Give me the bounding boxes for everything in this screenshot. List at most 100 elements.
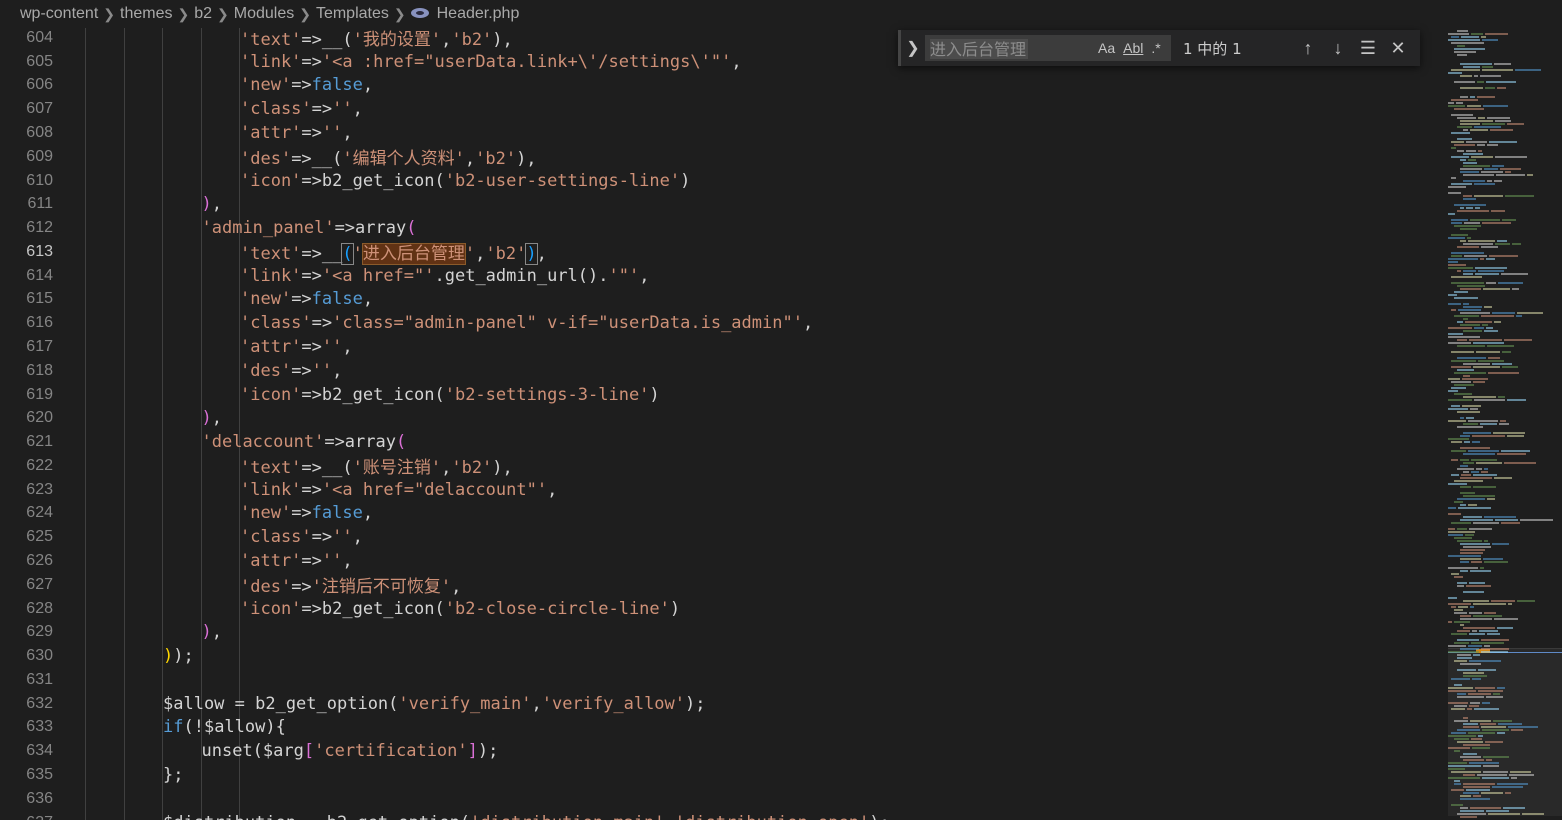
minimap-code-line: [1448, 507, 1456, 509]
code-line[interactable]: 606 'new'=>false,: [0, 74, 1440, 98]
breadcrumb-item-wp-content[interactable]: wp-content: [20, 5, 98, 23]
code-line[interactable]: 633 if(!$allow){: [0, 716, 1440, 740]
code-line[interactable]: 624 'new'=>false,: [0, 502, 1440, 526]
minimap-code-line: [1457, 741, 1483, 743]
code-token: false: [311, 75, 363, 96]
code-line[interactable]: 613'text'=>__('进入后台管理','b2'),: [0, 240, 1440, 266]
find-input-box[interactable]: Aa Abl .*: [925, 35, 1171, 61]
code-line[interactable]: 620),: [0, 406, 1440, 430]
code-token: ,: [731, 51, 742, 72]
code-line[interactable]: 627 'des'=>'注销后不可恢复',: [0, 573, 1440, 598]
minimap-code-line: [1463, 303, 1469, 305]
minimap-code-line: [1463, 546, 1491, 548]
code-token: ,: [211, 408, 222, 429]
match-case-icon[interactable]: Aa: [1098, 40, 1115, 56]
minimap-code-line: [1463, 783, 1495, 785]
minimap-code-line: [1463, 759, 1484, 761]
minimap-code-line: [1484, 330, 1498, 332]
code-line[interactable]: 612 'admin_panel'=>array(: [0, 216, 1440, 240]
code-line[interactable]: 629),: [0, 621, 1440, 645]
breadcrumb-item-templates[interactable]: Templates: [316, 5, 389, 23]
regex-icon[interactable]: .*: [1151, 40, 1160, 56]
code-token: ): [201, 622, 212, 643]
minimap-code-line: [1454, 720, 1468, 722]
find-in-selection-icon[interactable]: ☰: [1353, 33, 1383, 63]
code-line[interactable]: 631: [0, 668, 1440, 692]
minimap-code-line: [1451, 405, 1460, 407]
code-text: ),: [202, 408, 223, 428]
minimap-code-line: [1448, 645, 1466, 647]
code-line[interactable]: 607 'class'=>'',: [0, 97, 1440, 121]
code-line[interactable]: 626 'attr'=>'',: [0, 549, 1440, 573]
code-line[interactable]: 611),: [0, 192, 1440, 216]
close-icon[interactable]: ✕: [1383, 33, 1413, 63]
minimap-code-line: [1473, 366, 1500, 368]
minimap-code-line: [1463, 717, 1468, 719]
minimap-code-line: [1497, 732, 1505, 734]
breadcrumb-item-b2[interactable]: b2: [194, 5, 212, 23]
minimap-code-line: [1451, 678, 1470, 680]
minimap-code-line: [1448, 420, 1466, 422]
breadcrumb-item-modules[interactable]: Modules: [234, 5, 294, 23]
code-line[interactable]: 636: [0, 787, 1440, 811]
breadcrumb-item-themes[interactable]: themes: [120, 5, 172, 23]
code-token: '账号注销': [352, 458, 442, 479]
toggle-replace-chevron-icon[interactable]: ❯: [901, 30, 925, 66]
code-line[interactable]: 623 'link'=>'<a href="delaccount"',: [0, 478, 1440, 502]
code-line[interactable]: 635};: [0, 763, 1440, 787]
minimap-code-line: [1467, 237, 1471, 239]
code-line[interactable]: 608 'attr'=>'',: [0, 121, 1440, 145]
code-line[interactable]: 617 'attr'=>'',: [0, 335, 1440, 359]
code-token: );: [173, 646, 194, 667]
previous-match-arrow-up-icon[interactable]: ↑: [1293, 33, 1323, 63]
code-line[interactable]: 622 'text'=>__('账号注销','b2'),: [0, 454, 1440, 479]
minimap-code-line: [1460, 435, 1470, 437]
code-line[interactable]: 625 'class'=>'',: [0, 525, 1440, 549]
code-token: ,: [211, 194, 222, 215]
breadcrumb-item-file[interactable]: Header.php: [437, 5, 520, 23]
minimap-code-line: [1451, 522, 1471, 524]
code-token: '我的设置': [352, 30, 442, 51]
minimap-code-line: [1469, 660, 1501, 662]
code-token: 'icon': [240, 384, 302, 405]
code-line[interactable]: 628 'icon'=>b2_get_icon('b2-close-circle-…: [0, 597, 1440, 621]
match-whole-word-icon[interactable]: Abl: [1123, 40, 1143, 56]
minimap-code-line: [1471, 33, 1483, 35]
code-line[interactable]: 614 'link'=>'<a href="'.get_admin_url().'…: [0, 264, 1440, 288]
code-line[interactable]: 634 unset($arg['certification']);: [0, 739, 1440, 763]
minimap[interactable]: [1440, 28, 1562, 820]
code-line[interactable]: 609 'des'=>__('编辑个人资料','b2'),: [0, 145, 1440, 170]
code-line[interactable]: 615 'new'=>false,: [0, 288, 1440, 312]
code-line[interactable]: 618 'des'=>'',: [0, 359, 1440, 383]
minimap-code-line: [1463, 774, 1475, 776]
minimap-code-line: [1460, 447, 1490, 449]
code-line[interactable]: 630));: [0, 644, 1440, 668]
code-text: 'new'=>false,: [240, 75, 373, 95]
code-line[interactable]: 632 $allow = b2_get_option('verify_main',…: [0, 692, 1440, 716]
code-line[interactable]: 621 'delaccount'=>array(: [0, 430, 1440, 454]
code-token: =>: [301, 337, 322, 357]
code-line[interactable]: 616 'class'=>'class="admin-panel" v-if="u…: [0, 311, 1440, 335]
code-token: false: [311, 503, 363, 524]
code-token: ): [201, 194, 212, 215]
next-match-arrow-down-icon[interactable]: ↓: [1323, 33, 1353, 63]
match-count: 1 中的 1: [1183, 39, 1242, 58]
minimap-code-line: [1484, 168, 1498, 170]
minimap-code-line: [1451, 309, 1456, 311]
minimap-code-line: [1483, 771, 1508, 773]
code-text: 'attr'=>'',: [240, 551, 353, 571]
minimap-code-line: [1463, 363, 1490, 365]
minimap-code-line: [1448, 267, 1473, 269]
find-input[interactable]: [930, 37, 1090, 59]
minimap-code-line: [1478, 360, 1504, 362]
line-number: 608: [26, 123, 53, 141]
minimap-code-line: [1448, 342, 1471, 344]
code-line[interactable]: 637$distribution = b2_get_option('distri…: [0, 811, 1440, 820]
code-text: 'link'=>'<a :href="userData.link+\'/sett…: [240, 52, 742, 72]
minimap-code-line: [1460, 312, 1490, 314]
code-token: 'class="admin-panel" v-if="userData.is_a…: [332, 313, 803, 334]
code-line[interactable]: 610 'icon'=>b2_get_icon('b2-user-settings…: [0, 169, 1440, 193]
minimap-code-line: [1473, 381, 1485, 383]
code-line[interactable]: 619 'icon'=>b2_get_icon('b2-settings-3-li…: [0, 383, 1440, 407]
code-editor[interactable]: 604'text'=>__('我的设置','b2'), 605'link'=>'<…: [0, 28, 1440, 820]
